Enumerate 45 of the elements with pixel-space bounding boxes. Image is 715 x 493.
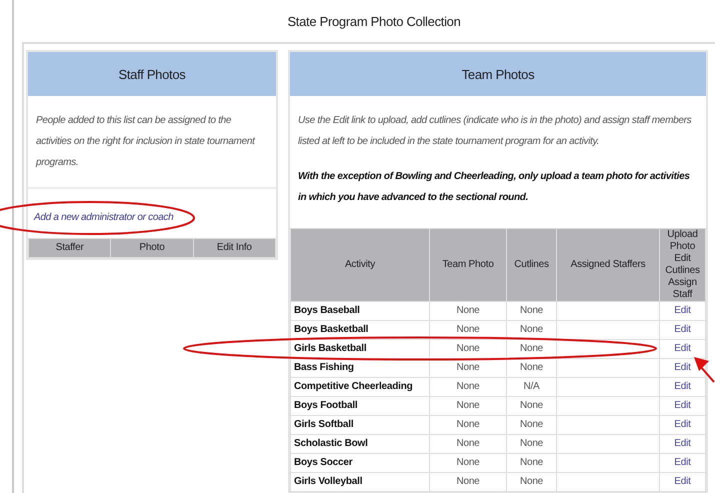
activity-cell: Scholastic Bowl bbox=[290, 434, 430, 454]
activity-cell: Boys Basketball bbox=[290, 320, 430, 340]
cutlines-cell: None bbox=[506, 416, 556, 434]
column-header: Staffer bbox=[28, 238, 111, 258]
activity-cell: Boys Baseball bbox=[290, 302, 430, 320]
panel-header: Staff Photos bbox=[28, 52, 276, 96]
activity-cell: Competitive Cheerleading bbox=[290, 378, 430, 396]
cutlines-cell: None bbox=[506, 396, 556, 416]
panel-header: Team Photos bbox=[290, 52, 706, 96]
column-header: Upload Photo Edit Cutlines Assign Staff bbox=[660, 228, 706, 302]
photo-cell: None bbox=[430, 434, 506, 454]
photo-cell: None bbox=[430, 320, 506, 340]
cutlines-cell: None bbox=[506, 472, 556, 492]
add-coach-link[interactable]: Add a new administrator or coach bbox=[34, 211, 174, 224]
photo-cell: None bbox=[430, 358, 506, 378]
photo-cell: None bbox=[430, 416, 506, 434]
activity-cell: Bass Fishing bbox=[290, 358, 430, 378]
column-header: Assigned Staffers bbox=[556, 228, 660, 302]
column-header: Activity bbox=[290, 228, 430, 302]
photo-cell: None bbox=[430, 302, 506, 320]
activity-cell: Girls Softball bbox=[290, 416, 430, 434]
cutlines-cell: N/A bbox=[506, 378, 556, 396]
column-header: Photo bbox=[110, 238, 194, 258]
annotation-arrow bbox=[694, 357, 715, 383]
photo-cell: None bbox=[430, 396, 506, 416]
cutlines-cell: None bbox=[506, 358, 556, 378]
photo-cell: None bbox=[430, 454, 506, 472]
activity-cell: Boys Soccer bbox=[290, 454, 430, 472]
column-header: Team Photo bbox=[430, 228, 506, 302]
column-header: Cutlines bbox=[506, 228, 556, 302]
cutlines-cell: None bbox=[506, 302, 556, 320]
activity-cell: Girls Basketball bbox=[290, 340, 430, 358]
column-header: Edit Info bbox=[193, 238, 276, 258]
instructions-text: Use the Edit link to upload, add cutlines (indicate who is in the photo) and assign staff members listed at left to be included in the state tournament program for an activity. bbox=[297, 114, 692, 149]
instructions-text: People added to this list can be assigned to the activities on the right for inclusion in state tournament programs. bbox=[34, 114, 256, 170]
photo-cell: None bbox=[430, 378, 506, 396]
activity-cell: Boys Football bbox=[290, 396, 430, 416]
cutlines-cell: None bbox=[506, 320, 556, 340]
photo-cell: None bbox=[430, 472, 506, 492]
activity-cell: Girls Volleyball bbox=[290, 472, 430, 492]
photo-cell: None bbox=[430, 340, 506, 358]
cutlines-cell: None bbox=[506, 454, 556, 472]
cutlines-cell: None bbox=[506, 434, 556, 454]
page-title: State Program Photo Collection bbox=[286, 13, 462, 31]
notice-text: With the exception of Bowling and Cheerleading, only upload a team photo for activities in which you have advanced to the sectional round. bbox=[297, 170, 691, 205]
